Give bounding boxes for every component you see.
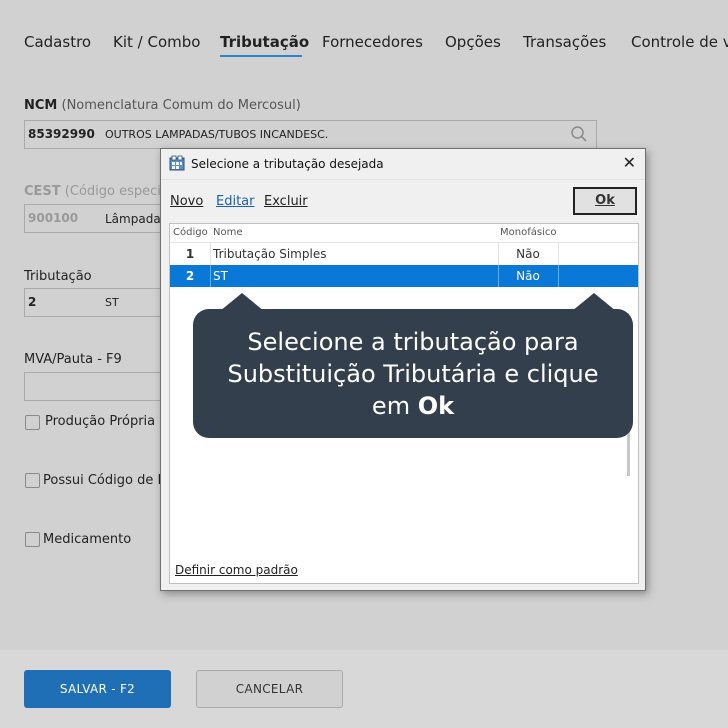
ncm-code: 85392990 [28, 127, 95, 141]
cest-field[interactable]: 900100 Lâmpada [24, 204, 174, 233]
save-button[interactable]: SALVAR - F2 [24, 670, 171, 708]
ncm-label-hint: (Nomenclatura Comum do Mercosul) [61, 98, 301, 113]
producao-propria-label: Produção Própria [45, 414, 156, 429]
tooltip-callout: Selecione a tributação para Substituição… [193, 309, 633, 438]
ok-button[interactable]: Ok [573, 187, 637, 215]
ncm-label: NCM (Nomenclatura Comum do Mercosul) [24, 98, 301, 113]
tributacao-field[interactable]: 2 ST [24, 288, 174, 317]
column-header-codigo[interactable]: Código [173, 227, 208, 238]
row-monofasico: Não [516, 269, 540, 283]
ncm-field[interactable]: 85392990 OUTROS LAMPADAS/TUBOS INCANDESC… [24, 120, 597, 149]
tributacao-code: 2 [28, 295, 37, 309]
dialog-titlebar-divider [161, 179, 645, 180]
medicamento-checkbox[interactable] [25, 532, 40, 547]
search-icon[interactable] [570, 125, 588, 147]
tab-active-underline [220, 55, 302, 57]
dialog-title: Selecione a tributação desejada [191, 157, 384, 171]
tab-controle[interactable]: Controle de v [631, 33, 728, 51]
table-row-selected[interactable]: 2 ST Não [170, 265, 638, 287]
table-row[interactable]: 1 Tributação Simples Não [170, 243, 638, 265]
cest-description: Lâmpada [105, 212, 161, 226]
row-codigo: 1 [185, 247, 195, 261]
mva-label: MVA/Pauta - F9 [24, 352, 122, 367]
beneficio-label: Possui Código de Be [43, 473, 175, 488]
tributacao-label: Tributação [24, 269, 92, 284]
mva-field[interactable] [24, 372, 174, 401]
tooltip-line-1: Selecione a tributação para [247, 328, 579, 356]
close-icon[interactable]: ✕ [623, 153, 636, 172]
editar-link[interactable]: Editar [216, 194, 255, 209]
tab-cadastro[interactable]: Cadastro [24, 33, 91, 51]
row-monofasico: Não [516, 247, 540, 261]
tab-kit-combo[interactable]: Kit / Combo [113, 33, 200, 51]
cancel-button[interactable]: CANCELAR [196, 670, 343, 708]
cest-label: CEST (Código especif [24, 184, 165, 199]
tooltip-line-3-prefix: em [371, 392, 418, 420]
row-codigo: 2 [185, 269, 195, 283]
medicamento-label: Medicamento [43, 532, 132, 547]
tab-transacoes[interactable]: Transações [523, 33, 606, 51]
tab-tributacao[interactable]: Tributação [220, 33, 309, 51]
column-header-nome[interactable]: Nome [213, 227, 243, 238]
row-separator [558, 265, 559, 287]
producao-propria-checkbox[interactable] [25, 415, 40, 430]
tributacao-description: ST [105, 296, 119, 309]
row-nome: Tributação Simples [213, 247, 327, 261]
ncm-label-title: NCM [24, 98, 58, 113]
ncm-description: OUTROS LAMPADAS/TUBOS INCANDESC. [105, 128, 329, 141]
beneficio-checkbox[interactable] [25, 473, 40, 488]
excluir-link[interactable]: Excluir [264, 194, 308, 209]
cest-code: 900100 [28, 211, 79, 225]
definir-padrao-link[interactable]: Definir como padrão [175, 563, 298, 577]
row-separator [210, 265, 211, 287]
cest-label-title: CEST [24, 184, 61, 199]
tooltip-line-3: em Ok [193, 390, 633, 422]
cest-label-hint: (Código especif [64, 184, 166, 199]
tooltip-line-2: Substituição Tributária e clique [227, 360, 599, 388]
row-separator [210, 243, 211, 265]
column-header-monofasico[interactable]: Monofásico [500, 227, 556, 238]
row-separator [558, 243, 559, 265]
tab-opcoes[interactable]: Opções [445, 33, 501, 51]
novo-link[interactable]: Novo [170, 194, 203, 209]
tooltip-ok-emphasis: Ok [417, 392, 455, 420]
app-icon [169, 155, 185, 175]
row-nome: ST [213, 269, 228, 283]
tab-fornecedores[interactable]: Fornecedores [322, 33, 423, 51]
